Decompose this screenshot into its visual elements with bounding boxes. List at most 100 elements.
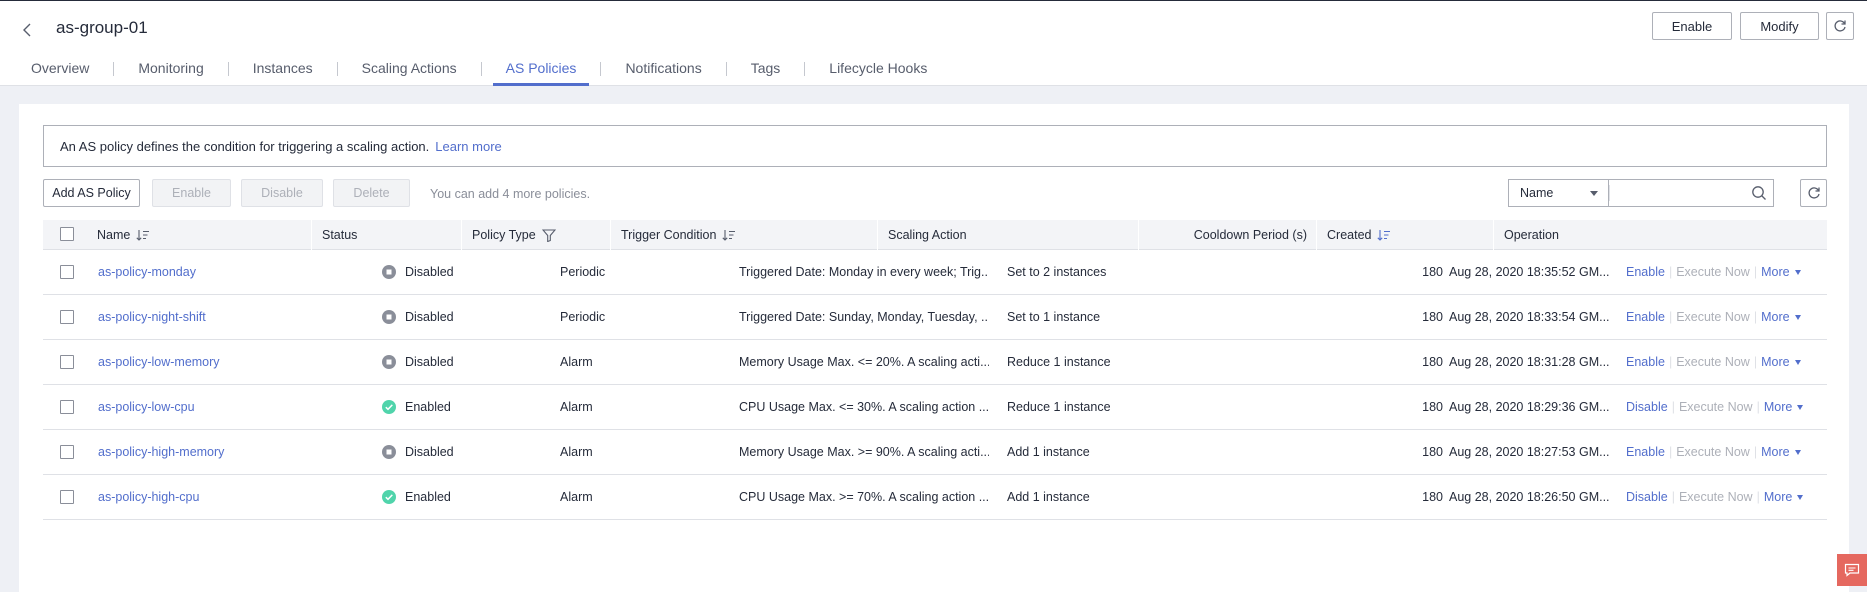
- status-disabled-icon: [382, 310, 396, 324]
- column-label: Created: [1327, 228, 1372, 242]
- column-label: Operation: [1504, 228, 1559, 242]
- divider: |: [1753, 265, 1758, 279]
- tab-as-policies[interactable]: AS Policies: [482, 53, 601, 86]
- status-disabled-icon: [382, 265, 396, 279]
- execute-now-link[interactable]: Execute Now: [1679, 490, 1753, 504]
- column-header-created: Created: [1316, 220, 1493, 250]
- row-checkbox[interactable]: [60, 355, 74, 369]
- tab-scaling-actions[interactable]: Scaling Actions: [338, 53, 481, 86]
- column-header-policy-type: Policy Type: [461, 220, 610, 250]
- enable-link[interactable]: Enable: [1626, 445, 1665, 459]
- execute-now-link[interactable]: Execute Now: [1676, 265, 1750, 279]
- tab-notifications[interactable]: Notifications: [601, 53, 725, 86]
- table-refresh-button[interactable]: [1800, 179, 1827, 207]
- policy-name-link[interactable]: as-policy-high-cpu: [98, 490, 199, 504]
- enable-link[interactable]: Enable: [1626, 265, 1665, 279]
- select-all-checkbox[interactable]: [60, 227, 74, 241]
- policy-name-link[interactable]: as-policy-high-memory: [98, 445, 224, 459]
- disable-link[interactable]: Disable: [1626, 490, 1668, 504]
- info-notice: An AS policy defines the condition for t…: [43, 125, 1827, 167]
- select-value: Name: [1520, 186, 1554, 200]
- scaling-action: Set to 2 instances: [1007, 265, 1107, 279]
- sort-icon[interactable]: [722, 229, 736, 241]
- execute-now-link[interactable]: Execute Now: [1676, 310, 1750, 324]
- enable-link[interactable]: Enable: [1626, 310, 1665, 324]
- enable-button[interactable]: Enable: [152, 179, 231, 207]
- execute-now-link[interactable]: Execute Now: [1676, 445, 1750, 459]
- search-field-select[interactable]: Name: [1508, 179, 1608, 207]
- disable-button[interactable]: Disable: [241, 179, 323, 207]
- status-enabled-icon: [382, 490, 396, 504]
- divider: |: [1753, 310, 1758, 324]
- delete-button[interactable]: Delete: [333, 179, 410, 207]
- enable-link[interactable]: Enable: [1626, 355, 1665, 369]
- chevron-left-icon: [23, 23, 31, 37]
- policy-name-link[interactable]: as-policy-low-cpu: [98, 400, 195, 414]
- tab-monitoring[interactable]: Monitoring: [114, 53, 227, 86]
- tab-label: Monitoring: [138, 59, 204, 76]
- created-time: Aug 28, 2020 18:29:36 GM...: [1449, 400, 1610, 414]
- more-label: More: [1761, 265, 1790, 279]
- tab-label: Lifecycle Hooks: [829, 59, 928, 76]
- row-checkbox[interactable]: [60, 310, 74, 324]
- policy-type: Alarm: [560, 445, 593, 459]
- created-time: Aug 28, 2020 18:31:28 GM...: [1449, 355, 1610, 369]
- trigger-condition: Memory Usage Max. >= 90%. A scaling acti…: [739, 445, 989, 459]
- chevron-down-icon: [1797, 404, 1804, 410]
- enable-group-button[interactable]: Enable: [1652, 12, 1732, 40]
- trigger-condition: Memory Usage Max. <= 20%. A scaling acti…: [739, 355, 989, 369]
- more-dropdown[interactable]: More: [1764, 490, 1804, 504]
- add-policy-button[interactable]: Add AS Policy: [43, 179, 140, 207]
- policy-name-link[interactable]: as-policy-low-memory: [98, 355, 220, 369]
- divider: |: [1753, 445, 1758, 459]
- table-header: Name Status Policy Type Trigger Conditio…: [43, 220, 1827, 250]
- row-checkbox[interactable]: [60, 445, 74, 459]
- disable-link[interactable]: Disable: [1626, 400, 1668, 414]
- more-label: More: [1761, 355, 1790, 369]
- status-enabled-icon: [382, 400, 396, 414]
- policy-name-link[interactable]: as-policy-night-shift: [98, 310, 206, 324]
- tab-lifecycle-hooks[interactable]: Lifecycle Hooks: [805, 53, 951, 86]
- execute-now-link[interactable]: Execute Now: [1679, 400, 1753, 414]
- divider: |: [1668, 445, 1673, 459]
- more-dropdown[interactable]: More: [1761, 265, 1801, 279]
- sort-icon[interactable]: [136, 229, 150, 241]
- tab-tags[interactable]: Tags: [727, 53, 805, 86]
- execute-now-link[interactable]: Execute Now: [1676, 355, 1750, 369]
- row-checkbox[interactable]: [60, 400, 74, 414]
- row-checkbox[interactable]: [60, 490, 74, 504]
- divider: |: [1671, 490, 1675, 504]
- filter-icon[interactable]: [541, 228, 556, 242]
- back-button[interactable]: [20, 19, 36, 41]
- status-cell: Enabled: [382, 475, 522, 519]
- status-cell: Disabled: [382, 295, 522, 339]
- operation-cell: Enable | Execute Now | More: [1626, 295, 1846, 339]
- tab-overview[interactable]: Overview: [0, 53, 113, 86]
- column-label: Policy Type: [472, 228, 536, 242]
- row-checkbox[interactable]: [60, 265, 74, 279]
- page-title: as-group-01: [56, 18, 148, 37]
- modify-group-button[interactable]: Modify: [1740, 12, 1819, 40]
- more-dropdown[interactable]: More: [1761, 445, 1801, 459]
- policy-type: Periodic: [560, 265, 606, 279]
- status-cell: Enabled: [382, 385, 522, 429]
- tab-instances[interactable]: Instances: [229, 53, 337, 86]
- table-row: as-policy-low-cpu Enabled Alarm CPU Usag…: [43, 385, 1827, 430]
- policy-name-link[interactable]: as-policy-monday: [98, 265, 196, 279]
- more-dropdown[interactable]: More: [1761, 310, 1801, 324]
- chevron-down-icon: [1797, 494, 1804, 500]
- policy-type: Alarm: [560, 400, 593, 414]
- learn-more-link[interactable]: Learn more: [435, 139, 501, 154]
- created-time: Aug 28, 2020 18:35:52 GM...: [1449, 265, 1610, 279]
- more-dropdown[interactable]: More: [1764, 400, 1804, 414]
- table-row: as-policy-high-cpu Enabled Alarm CPU Usa…: [43, 475, 1827, 520]
- status-text: Enabled: [405, 400, 451, 414]
- search-icon[interactable]: [1751, 185, 1767, 201]
- column-header-trigger-condition: Trigger Condition: [610, 220, 877, 250]
- more-dropdown[interactable]: More: [1761, 355, 1801, 369]
- sort-descending-icon[interactable]: [1377, 229, 1391, 241]
- search-input[interactable]: [1608, 179, 1774, 207]
- page-header: as-group-01 Enable Modify Overview Monit…: [0, 1, 1867, 86]
- feedback-button[interactable]: [1837, 554, 1867, 586]
- header-refresh-button[interactable]: [1826, 12, 1854, 40]
